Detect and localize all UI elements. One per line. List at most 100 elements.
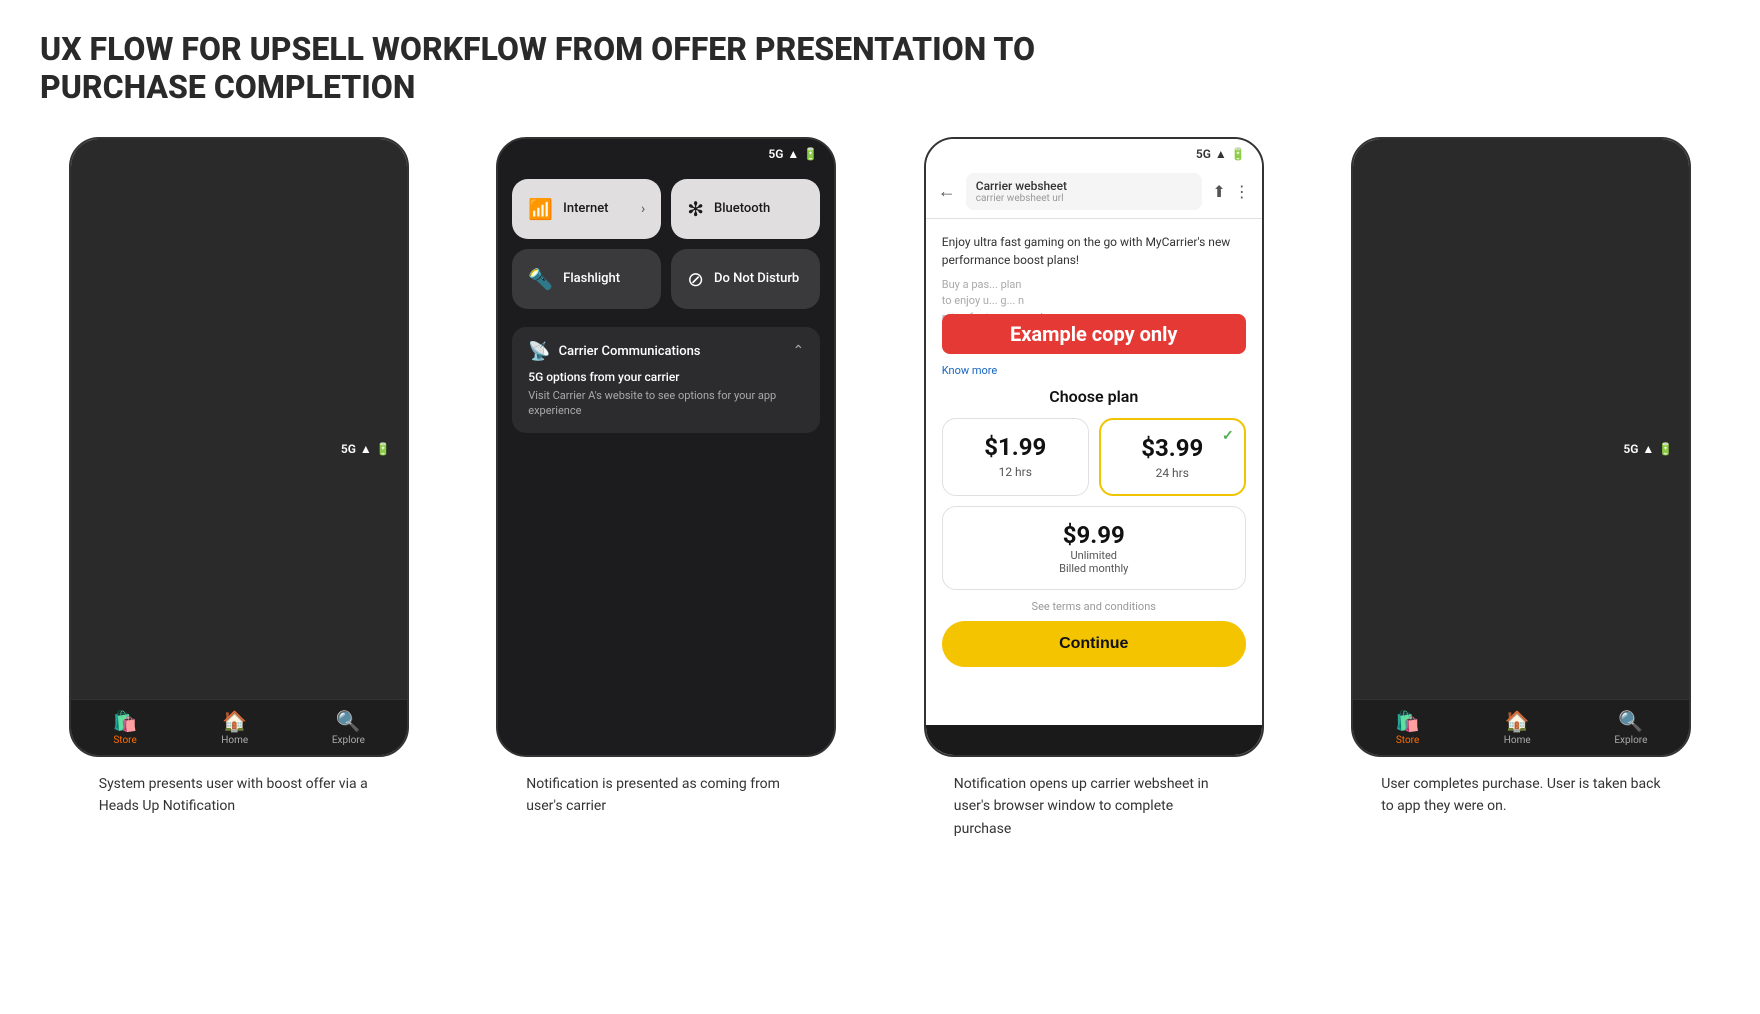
nav-explore-label-4: Explore: [1614, 735, 1647, 746]
dnd-icon: ⊘: [687, 267, 704, 291]
bottom-nav-4: 🛍️ Store 🏠 Home 🔍 Explore: [1353, 699, 1689, 755]
description-2: Notification is presented as coming from…: [526, 773, 806, 818]
store-icon-4: 🛍️: [1395, 709, 1420, 733]
carrier-title-row-2: 📡 Carrier Communications: [528, 341, 700, 362]
explore-icon-4: 🔍: [1618, 709, 1643, 733]
dnd-tile[interactable]: ⊘ Do Not Disturb: [671, 249, 820, 309]
websheet-topbar-3: ← Carrier websheet carrier websheet url …: [926, 165, 1262, 219]
carrier-icon-2: 📡: [528, 341, 550, 362]
5g-label-1: 5G: [341, 442, 356, 456]
internet-arrow: ›: [641, 201, 645, 217]
battery-icon-3: 🔋: [1231, 147, 1246, 161]
screens-container: 5G ▲ 🔋 📡 5G options from your carrier Vi…: [40, 137, 1720, 840]
nav-home-label-4: Home: [1504, 735, 1531, 746]
nav-explore-4[interactable]: 🔍 Explore: [1614, 709, 1647, 746]
plan-duration-1: 12 hrs: [957, 465, 1074, 479]
plan-card-1-99[interactable]: $1.99 12 hrs: [942, 418, 1089, 496]
bluetooth-icon: ✻: [687, 197, 704, 221]
status-bar-2: 5G ▲ 🔋: [498, 139, 834, 165]
explore-icon-1: 🔍: [336, 709, 361, 733]
phone-frame-2: 5G ▲ 🔋 📶 Internet › ✻ Bluetooth: [496, 137, 836, 757]
nav-home-label-1: Home: [221, 735, 248, 746]
status-icons-1: 5G ▲ 🔋: [341, 442, 391, 456]
carrier-notification-2[interactable]: 📡 Carrier Communications ⌃ 5G options fr…: [512, 327, 820, 433]
plan-unlimited-label: Unlimited: [957, 549, 1231, 562]
share-icon-3[interactable]: ⬆: [1212, 182, 1225, 201]
bluetooth-tile[interactable]: ✻ Bluetooth: [671, 179, 820, 239]
screen1-column: 5G ▲ 🔋 📡 5G options from your carrier Vi…: [40, 137, 438, 818]
terms-link-3[interactable]: See terms and conditions: [942, 600, 1246, 613]
nav-store-label-4: Store: [1396, 735, 1419, 746]
battery-icon-4: 🔋: [1658, 442, 1673, 456]
5g-label-4: 5G: [1623, 442, 1638, 456]
nav-store-1[interactable]: 🛍️ Store: [113, 709, 138, 746]
websheet-action-icons-3: ⬆ ⋮: [1212, 182, 1249, 201]
battery-icon-1: 🔋: [376, 442, 391, 456]
nav-explore-label-1: Explore: [332, 735, 365, 746]
status-bar-3: 5G ▲ 🔋: [926, 139, 1262, 165]
5g-label-2: 5G: [768, 147, 783, 161]
internet-tile-content: Internet ›: [563, 201, 645, 217]
flashlight-label: Flashlight: [563, 271, 620, 286]
carrier-name-2: Carrier Communications: [559, 344, 701, 359]
screen4-header: 🎁 2 🔍 🎮 👥 0 😊: [1353, 755, 1689, 757]
carrier-msg-title-2: 5G options from your carrier: [528, 370, 804, 384]
screen4-column: 5G ▲ 🔋 🎁 2 🔍 🎮 👥 0 😊: [1323, 137, 1721, 818]
url-box-3: Carrier websheet carrier websheet url: [966, 173, 1203, 210]
back-button-3[interactable]: ←: [938, 181, 956, 202]
nav-home-4[interactable]: 🏠 Home: [1504, 709, 1531, 746]
promo-text-3: Enjoy ultra fast gaming on the go with M…: [942, 233, 1246, 269]
example-copy-banner-3: Example copy only: [942, 314, 1246, 354]
internet-icon: 📶: [528, 197, 553, 221]
plan-card-unlimited[interactable]: $9.99 Unlimited Billed monthly: [942, 506, 1246, 590]
plan-card-3-99[interactable]: ✓ $3.99 24 hrs: [1099, 418, 1246, 496]
phone-frame-1: 5G ▲ 🔋 📡 5G options from your carrier Vi…: [69, 137, 409, 757]
dnd-label: Do Not Disturb: [714, 271, 799, 286]
plan-price-1: $1.99: [957, 433, 1074, 461]
phone-frame-3: 5G ▲ 🔋 ← Carrier websheet carrier webshe…: [924, 137, 1264, 757]
know-more-link-3[interactable]: Know more: [942, 364, 1246, 377]
plan-price-2: $3.99: [1115, 434, 1230, 462]
signal-icon-4: ▲: [1642, 442, 1654, 456]
description-4: User completes purchase. User is taken b…: [1381, 773, 1661, 818]
carrier-expand-icon[interactable]: ⌃: [793, 343, 805, 359]
websheet-body-3: Enjoy ultra fast gaming on the go with M…: [926, 219, 1262, 682]
flashlight-icon: 🔦: [528, 267, 553, 291]
bluetooth-label: Bluetooth: [714, 201, 770, 216]
nav-explore-1[interactable]: 🔍 Explore: [332, 709, 365, 746]
screen3-column: 5G ▲ 🔋 ← Carrier websheet carrier webshe…: [895, 137, 1293, 840]
page-title: UX FLOW FOR UPSELL WORKFLOW FROM OFFER P…: [40, 30, 1140, 107]
more-icon-3[interactable]: ⋮: [1234, 182, 1250, 201]
plan-check-icon: ✓: [1222, 428, 1234, 444]
5g-label-3: 5G: [1196, 147, 1211, 161]
internet-tile[interactable]: 📶 Internet ›: [512, 179, 661, 239]
nav-store-label-1: Store: [113, 735, 136, 746]
carrier-msg-body-2: Visit Carrier A's website to see options…: [528, 388, 804, 419]
signal-icon-1: ▲: [360, 442, 372, 456]
description-1: System presents user with boost offer vi…: [99, 773, 379, 818]
bottom-bar-3: [926, 725, 1262, 755]
battery-icon-2: 🔋: [803, 147, 818, 161]
nav-store-4[interactable]: 🛍️ Store: [1395, 709, 1420, 746]
signal-icon-2: ▲: [787, 147, 799, 161]
flashlight-tile[interactable]: 🔦 Flashlight: [512, 249, 661, 309]
phone-frame-4: 5G ▲ 🔋 🎁 2 🔍 🎮 👥 0 😊: [1351, 137, 1691, 757]
carrier-notif-header-2: 📡 Carrier Communications ⌃: [528, 341, 804, 362]
plan-billed-label: Billed monthly: [957, 562, 1231, 575]
internet-label: Internet: [563, 201, 608, 216]
status-bar-4: 5G ▲ 🔋: [1353, 139, 1689, 755]
choose-plan-title-3: Choose plan: [942, 387, 1246, 406]
nav-home-1[interactable]: 🏠 Home: [221, 709, 248, 746]
screen2-column: 5G ▲ 🔋 📶 Internet › ✻ Bluetooth: [468, 137, 866, 818]
description-3: Notification opens up carrier websheet i…: [954, 773, 1234, 840]
websheet-title-3: Carrier websheet: [976, 179, 1193, 193]
websheet-url-3: carrier websheet url: [976, 193, 1193, 204]
plan-duration-2: 24 hrs: [1115, 466, 1230, 480]
home-icon-4: 🏠: [1505, 709, 1530, 733]
signal-icon-3: ▲: [1215, 147, 1227, 161]
promo-partial-area: Buy a pas... planto enjoy u... g... nrat…: [942, 277, 1246, 355]
store-icon-1: 🛍️: [113, 709, 138, 733]
continue-button-3[interactable]: Continue: [942, 621, 1246, 667]
home-icon-1: 🏠: [222, 709, 247, 733]
bottom-nav-1: 🛍️ Store 🏠 Home 🔍 Explore: [71, 699, 407, 755]
